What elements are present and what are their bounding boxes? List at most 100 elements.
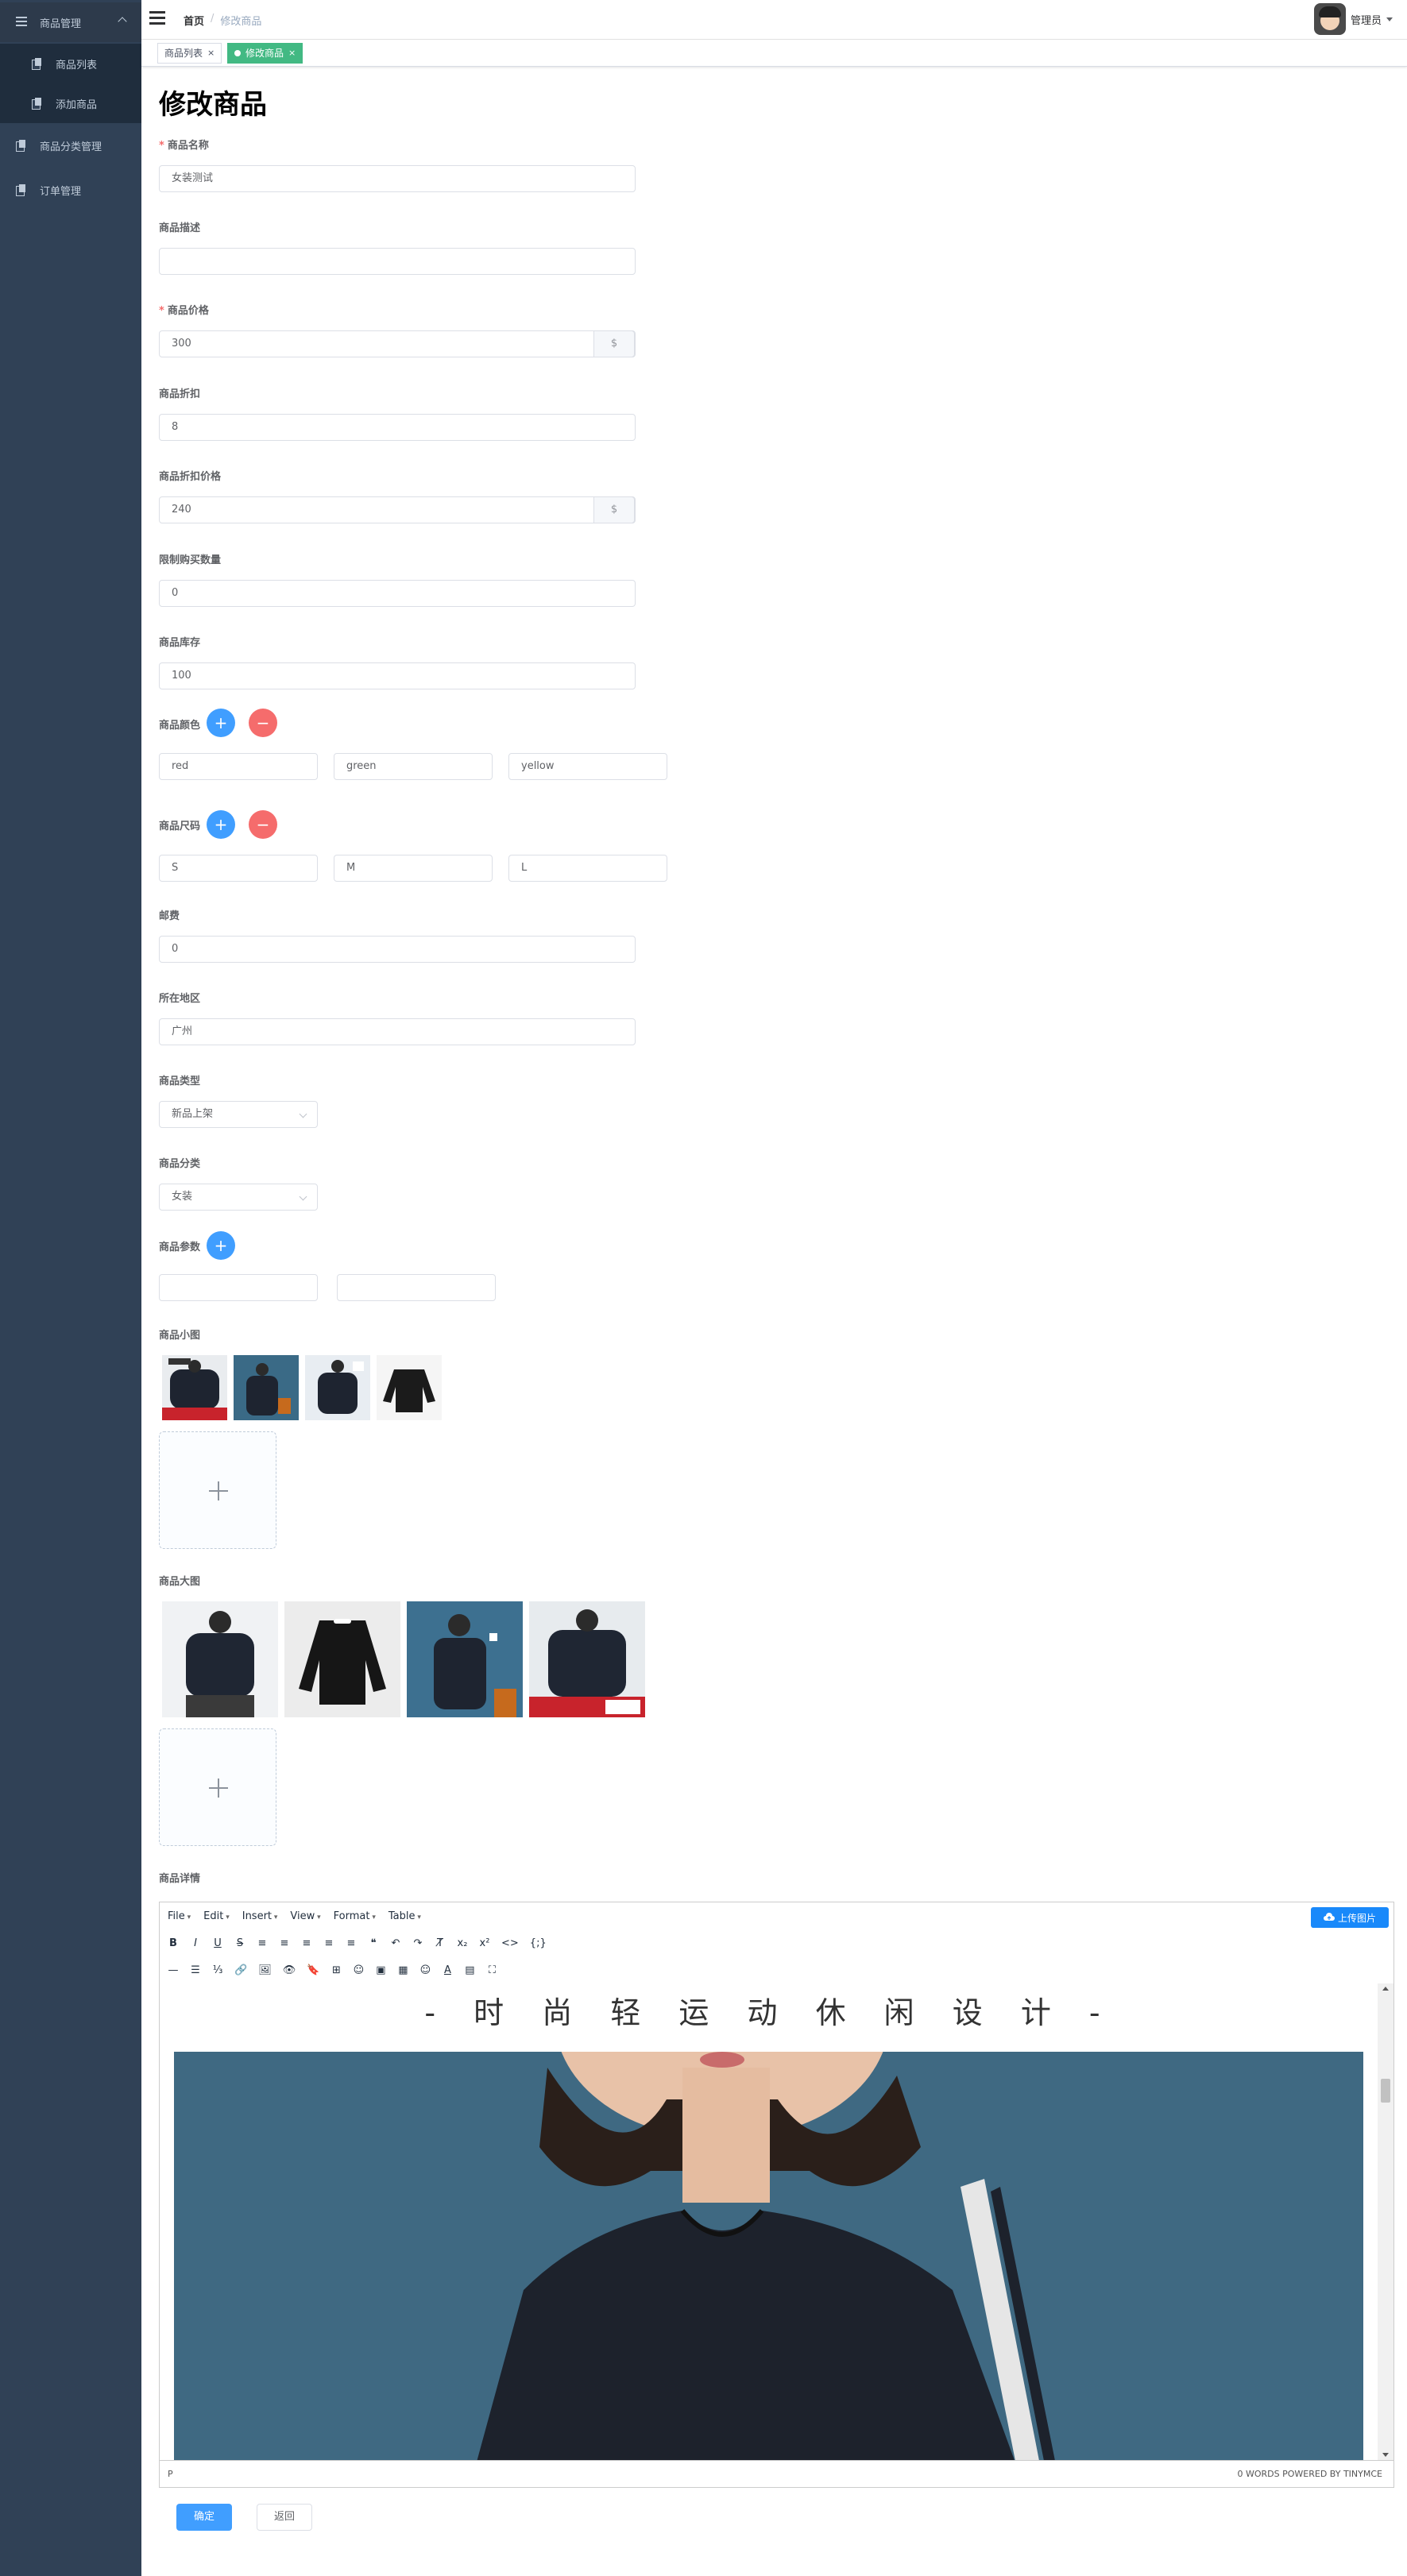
menu-product-list[interactable]: 商品列表 bbox=[0, 44, 141, 83]
bullet-list-icon[interactable]: ☰ bbox=[190, 1964, 201, 1976]
add-size-button[interactable]: + bbox=[207, 810, 235, 839]
strikethrough-icon[interactable]: S bbox=[234, 1937, 245, 1949]
discount-price-input[interactable]: 240 $ bbox=[159, 496, 636, 523]
small-image-2[interactable] bbox=[234, 1355, 299, 1420]
large-image-2[interactable] bbox=[284, 1601, 400, 1717]
menu-add-product[interactable]: 添加商品 bbox=[0, 83, 141, 123]
fullscreen-icon[interactable]: ⛶ bbox=[486, 1964, 497, 1976]
superscript-icon[interactable]: x² bbox=[479, 1937, 490, 1949]
text-color-icon[interactable]: A bbox=[442, 1964, 453, 1976]
small-image-3[interactable] bbox=[305, 1355, 370, 1420]
large-image-4[interactable] bbox=[529, 1601, 645, 1717]
emoticons-icon[interactable]: ☺ bbox=[419, 1964, 431, 1976]
region-input[interactable]: 广州 bbox=[159, 1018, 636, 1045]
document-icon bbox=[32, 98, 41, 110]
type-label: 商品类型 bbox=[159, 1076, 201, 1087]
menu-add-product-label: 添加商品 bbox=[56, 98, 98, 111]
background-color-icon[interactable]: ▤ bbox=[464, 1964, 475, 1976]
link-icon[interactable]: 🔗 bbox=[234, 1964, 247, 1976]
menu-table[interactable]: Table bbox=[388, 1910, 421, 1922]
preview-icon[interactable]: 👁 bbox=[283, 1964, 296, 1976]
indent-icon[interactable]: ≡ bbox=[346, 1937, 357, 1949]
menu-format[interactable]: Format bbox=[334, 1910, 376, 1922]
undo-icon[interactable]: ↶ bbox=[390, 1937, 401, 1949]
redo-icon[interactable]: ↷ bbox=[412, 1937, 423, 1949]
desc-input[interactable] bbox=[159, 248, 636, 275]
code-icon[interactable]: <> bbox=[501, 1937, 519, 1949]
add-param-button[interactable]: + bbox=[207, 1231, 235, 1260]
color-input-1[interactable]: red bbox=[159, 753, 318, 780]
name-input[interactable]: 女装测试 bbox=[159, 165, 636, 192]
color-input-2[interactable]: green bbox=[334, 753, 493, 780]
menu-edit[interactable]: Edit bbox=[203, 1910, 230, 1922]
small-image-upload[interactable] bbox=[159, 1431, 276, 1549]
menu-category-management[interactable]: 商品分类管理 bbox=[0, 126, 141, 165]
tag-edit-product[interactable]: 修改商品 × bbox=[227, 43, 303, 64]
param-key-input[interactable] bbox=[159, 1274, 318, 1301]
remove-color-button[interactable]: − bbox=[249, 709, 277, 737]
upload-image-button[interactable]: 上传图片 bbox=[1311, 1907, 1389, 1928]
image-icon[interactable]: 🖼 bbox=[258, 1964, 272, 1976]
type-select[interactable]: 新品上架 bbox=[159, 1101, 318, 1128]
horizontal-rule-icon[interactable]: — bbox=[168, 1964, 179, 1976]
element-path[interactable]: P bbox=[168, 2469, 173, 2479]
back-button[interactable]: 返回 bbox=[257, 2504, 312, 2531]
stock-input[interactable]: 100 bbox=[159, 662, 636, 689]
close-icon[interactable]: × bbox=[288, 44, 296, 63]
align-left-icon[interactable]: ≡ bbox=[257, 1937, 268, 1949]
size-input-2[interactable]: M bbox=[334, 855, 493, 882]
menu-order-management[interactable]: 订单管理 bbox=[0, 170, 141, 210]
underline-icon[interactable]: U bbox=[212, 1937, 223, 1949]
clear-format-icon[interactable]: T̸ bbox=[435, 1937, 446, 1949]
remove-size-button[interactable]: − bbox=[249, 810, 277, 839]
close-icon[interactable]: × bbox=[207, 44, 215, 63]
chevron-up-icon bbox=[118, 17, 127, 26]
table-icon[interactable]: ▦ bbox=[397, 1964, 408, 1976]
shipping-input[interactable]: 0 bbox=[159, 936, 636, 963]
avatar[interactable] bbox=[1313, 3, 1346, 35]
editor-content-area[interactable]: - 时 尚 轻 运 动 休 闲 设 计 - bbox=[160, 1983, 1379, 2460]
limit-input[interactable]: 0 bbox=[159, 580, 636, 607]
codesample-icon[interactable]: {;} bbox=[530, 1937, 547, 1949]
numbered-list-icon[interactable]: ⅓ bbox=[212, 1964, 223, 1976]
username[interactable]: 管理员 bbox=[1351, 12, 1382, 27]
media-icon[interactable]: ▣ bbox=[375, 1964, 386, 1976]
menu-view[interactable]: View bbox=[290, 1910, 320, 1922]
param-value-input[interactable] bbox=[337, 1274, 496, 1301]
breadcrumb-home[interactable]: 首页 bbox=[184, 13, 204, 28]
hamburger-icon[interactable] bbox=[149, 11, 165, 25]
user-menu[interactable]: 管理员 bbox=[1313, 3, 1393, 35]
confirm-button[interactable]: 确定 bbox=[176, 2504, 232, 2531]
color-input-3[interactable]: yellow bbox=[508, 753, 667, 780]
add-color-button[interactable]: + bbox=[207, 709, 235, 737]
size-input-1[interactable]: S bbox=[159, 855, 318, 882]
template-icon[interactable]: ☺ bbox=[353, 1964, 365, 1976]
scroll-down-icon[interactable] bbox=[1382, 2453, 1389, 2457]
blockquote-icon[interactable]: ❝ bbox=[368, 1937, 379, 1949]
scroll-thumb[interactable] bbox=[1381, 2079, 1390, 2103]
large-image-1[interactable] bbox=[162, 1601, 278, 1717]
price-input[interactable]: 300 $ bbox=[159, 330, 636, 357]
tag-product-list[interactable]: 商品列表 × bbox=[157, 43, 222, 64]
discount-input[interactable]: 8 bbox=[159, 414, 636, 441]
subscript-icon[interactable]: x₂ bbox=[457, 1937, 468, 1949]
large-image-upload[interactable] bbox=[159, 1728, 276, 1846]
align-center-icon[interactable]: ≡ bbox=[279, 1937, 290, 1949]
small-image-4[interactable] bbox=[377, 1355, 442, 1420]
bookmark-icon[interactable]: 🔖 bbox=[307, 1964, 319, 1976]
bold-icon[interactable]: B bbox=[168, 1937, 179, 1949]
large-image-3[interactable] bbox=[407, 1601, 523, 1717]
outdent-icon[interactable]: ≡ bbox=[323, 1937, 334, 1949]
pagebreak-icon[interactable]: ⊞ bbox=[330, 1964, 342, 1976]
align-right-icon[interactable]: ≡ bbox=[301, 1937, 312, 1949]
menu-insert[interactable]: Insert bbox=[242, 1910, 278, 1922]
discount-label: 商品折扣 bbox=[159, 388, 201, 400]
size-input-3[interactable]: L bbox=[508, 855, 667, 882]
menu-file[interactable]: File bbox=[168, 1910, 191, 1922]
editor-scrollbar[interactable] bbox=[1378, 1983, 1393, 2460]
menu-product-management[interactable]: 商品管理 bbox=[0, 2, 141, 42]
scroll-up-icon[interactable] bbox=[1382, 1987, 1389, 1991]
category-select[interactable]: 女装 bbox=[159, 1184, 318, 1211]
small-image-1[interactable] bbox=[162, 1355, 227, 1420]
italic-icon[interactable]: I bbox=[190, 1937, 201, 1949]
